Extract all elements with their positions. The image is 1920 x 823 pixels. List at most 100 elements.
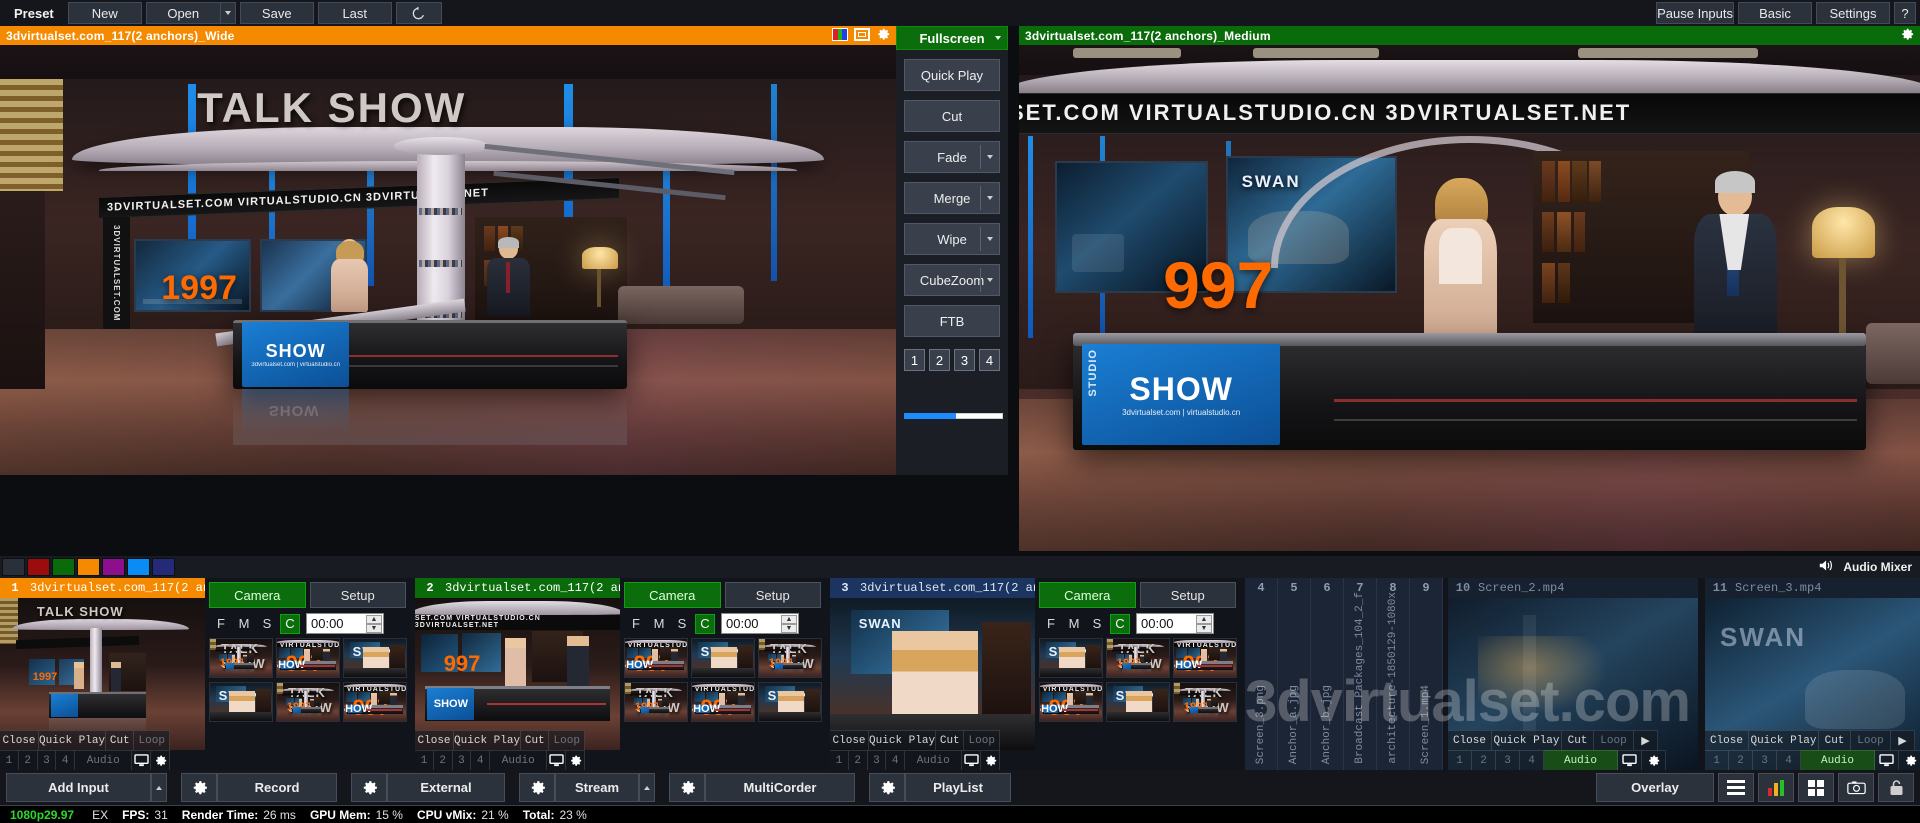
input-close-button[interactable]: Close bbox=[1705, 730, 1749, 750]
open-preset-dropdown[interactable] bbox=[219, 2, 236, 24]
transition-wipe-button[interactable]: Wipe bbox=[904, 223, 1000, 255]
input-mini-thumb[interactable]: SET.COM VIRTUALSTUDIO.CN 3DVIRTUALSET.NE… bbox=[1173, 638, 1237, 678]
color-bars-icon[interactable] bbox=[832, 27, 848, 41]
playlist-button[interactable]: PlayList bbox=[905, 773, 1011, 802]
input-mini-thumb[interactable]: TALK SHOW 1997 bbox=[1173, 682, 1237, 722]
gear-icon[interactable] bbox=[1642, 750, 1666, 770]
input-cut-button[interactable]: Cut bbox=[106, 730, 135, 750]
input-audio-button[interactable]: Audio bbox=[1544, 750, 1618, 770]
playlist-settings-button[interactable] bbox=[869, 773, 905, 802]
input-panel-1[interactable]: 1 3dvirtualset.com_117(2 anchors)_Wide TA… bbox=[0, 578, 410, 770]
input-mini-thumb[interactable]: TALK SHOW 1997 bbox=[758, 638, 822, 678]
input-cut-button[interactable]: Cut bbox=[936, 730, 965, 750]
input-toggle-s[interactable]: S bbox=[672, 614, 692, 634]
input-audio-button[interactable]: Audio bbox=[905, 750, 963, 770]
stream-button[interactable]: Stream bbox=[555, 773, 639, 802]
input-mini-thumb[interactable]: SET.COM VIRTUALSTUDIO.CN 3DVIRTUALSET.NE… bbox=[276, 638, 340, 678]
monitor-icon[interactable] bbox=[962, 750, 982, 770]
t-bar[interactable] bbox=[896, 385, 1008, 447]
input-toggle-m[interactable]: M bbox=[1064, 614, 1084, 634]
input-panel-10[interactable]: 10 Screen_2.mp4 Close Quick Play Cut Loop ▶… bbox=[1448, 578, 1698, 770]
input-timecode-stepper[interactable]: ▲ ▼ bbox=[1196, 615, 1212, 633]
input-overlay-3-button[interactable]: 3 bbox=[452, 750, 472, 770]
input-toggle-m[interactable]: M bbox=[234, 614, 254, 634]
input-overlay-1-button[interactable]: 1 bbox=[830, 750, 849, 770]
multicorder-button[interactable]: MultiCorder bbox=[705, 773, 855, 802]
transition-cut-button[interactable]: Cut bbox=[904, 100, 1000, 132]
input-quick-play-button[interactable]: Quick Play bbox=[39, 730, 107, 750]
input-mini-thumb[interactable]: SET.COM VIRTUALSTUDIO.CN 3DVIRTUALSET.NE… bbox=[343, 682, 407, 722]
overlay-button[interactable]: Overlay bbox=[1596, 773, 1714, 802]
audio-mixer-button[interactable]: Audio Mixer bbox=[1818, 558, 1912, 576]
input-mini-thumb[interactable]: SWAN bbox=[209, 682, 273, 722]
input-setup-button[interactable]: Setup bbox=[1139, 582, 1236, 608]
gear-icon[interactable] bbox=[566, 750, 585, 770]
transition-preset-4[interactable]: 4 bbox=[979, 349, 1000, 371]
add-input-dropdown[interactable] bbox=[151, 773, 167, 802]
input-audio-button[interactable]: Audio bbox=[75, 750, 133, 770]
window-icon[interactable] bbox=[854, 27, 870, 41]
multiview-icon[interactable] bbox=[1798, 773, 1834, 802]
input-mini-thumb[interactable]: SWAN bbox=[691, 638, 755, 678]
input-close-button[interactable]: Close bbox=[1448, 730, 1492, 750]
add-input-button[interactable]: Add Input bbox=[6, 773, 151, 802]
input-overlay-1-button[interactable]: 1 bbox=[0, 750, 19, 770]
input-toggle-s[interactable]: S bbox=[1087, 614, 1107, 634]
input-header-11[interactable]: 11 Screen_3.mp4 bbox=[1705, 578, 1920, 598]
input-toggle-m[interactable]: M bbox=[649, 614, 669, 634]
input-overlay-4-button[interactable]: 4 bbox=[471, 750, 491, 770]
transition-ftb-button[interactable]: FTB bbox=[904, 305, 1000, 337]
input-quick-play-button[interactable]: Quick Play bbox=[869, 730, 937, 750]
stepper-down-icon[interactable]: ▼ bbox=[366, 624, 382, 633]
input-overlay-2-button[interactable]: 2 bbox=[1472, 750, 1496, 770]
external-settings-button[interactable] bbox=[351, 773, 387, 802]
basic-button[interactable]: Basic bbox=[1738, 2, 1812, 24]
input-close-button[interactable]: Close bbox=[415, 730, 455, 750]
input-toggle-s[interactable]: S bbox=[257, 614, 277, 634]
stepper-up-icon[interactable]: ▲ bbox=[1196, 615, 1212, 624]
audio-meter-icon[interactable] bbox=[1758, 773, 1794, 802]
input-mini-thumb[interactable]: TALK SHOW 1997 bbox=[209, 638, 273, 678]
input-overlay-2-button[interactable]: 2 bbox=[433, 750, 453, 770]
color-swatch-1[interactable] bbox=[27, 558, 50, 576]
input-audio-button[interactable]: Audio bbox=[490, 750, 548, 770]
chevron-down-icon[interactable] bbox=[987, 278, 993, 282]
play-icon[interactable]: ▶ bbox=[1634, 730, 1658, 750]
pause-inputs-button[interactable]: Pause Inputs bbox=[1656, 2, 1734, 24]
input-overlay-4-button[interactable]: 4 bbox=[56, 750, 76, 770]
input-panel-5[interactable]: 5 Anchor_a.jpg bbox=[1278, 578, 1311, 770]
input-panel-9[interactable]: 9 Screen_1.mp4 bbox=[1410, 578, 1443, 770]
input-header-10[interactable]: 10 Screen_2.mp4 bbox=[1448, 578, 1698, 598]
input-overlay-2-button[interactable]: 2 bbox=[18, 750, 38, 770]
transition-merge-button[interactable]: Merge bbox=[904, 182, 1000, 214]
monitor-icon[interactable] bbox=[132, 750, 152, 770]
input-quick-play-button[interactable]: Quick Play bbox=[454, 730, 522, 750]
play-icon[interactable]: ▶ bbox=[1891, 730, 1915, 750]
input-panel-8[interactable]: 8 architecture-1850129-1080x bbox=[1377, 578, 1410, 770]
input-mini-thumb[interactable]: TALK SHOW 1997 bbox=[624, 682, 688, 722]
input-overlay-1-button[interactable]: 1 bbox=[1705, 750, 1729, 770]
input-overlay-3-button[interactable]: 3 bbox=[867, 750, 887, 770]
stepper-down-icon[interactable]: ▼ bbox=[1196, 624, 1212, 633]
input-audio-button[interactable]: Audio bbox=[1801, 750, 1875, 770]
input-overlay-1-button[interactable]: 1 bbox=[1448, 750, 1472, 770]
input-close-button[interactable]: Close bbox=[830, 730, 870, 750]
input-loop-button[interactable]: Loop bbox=[549, 730, 585, 750]
input-header-2[interactable]: 2 3dvirtualset.com_117(2 anchors)_Medium bbox=[415, 578, 620, 598]
stream-settings-button[interactable] bbox=[519, 773, 555, 802]
input-overlay-2-button[interactable]: 2 bbox=[1729, 750, 1753, 770]
input-close-button[interactable]: Close bbox=[0, 730, 40, 750]
input-thumbnail-3[interactable]: SWAN bbox=[830, 598, 1035, 750]
chevron-down-icon[interactable] bbox=[995, 36, 1001, 40]
input-panel-11[interactable]: 11 Screen_3.mp4 SWAN Close Quick Play Cut L… bbox=[1705, 578, 1920, 770]
input-toggle-f[interactable]: F bbox=[211, 614, 231, 634]
input-mini-thumb[interactable]: SWAN bbox=[1106, 682, 1170, 722]
input-overlay-3-button[interactable]: 3 bbox=[1753, 750, 1777, 770]
multicorder-settings-button[interactable] bbox=[669, 773, 705, 802]
input-loop-button[interactable]: Loop bbox=[964, 730, 1000, 750]
input-cut-button[interactable]: Cut bbox=[1562, 730, 1594, 750]
input-toggle-f[interactable]: F bbox=[626, 614, 646, 634]
stream-dropdown[interactable] bbox=[639, 773, 655, 802]
input-header-1[interactable]: 1 3dvirtualset.com_117(2 anchors)_Wide bbox=[0, 578, 205, 598]
input-camera-button[interactable]: Camera bbox=[1039, 582, 1136, 608]
